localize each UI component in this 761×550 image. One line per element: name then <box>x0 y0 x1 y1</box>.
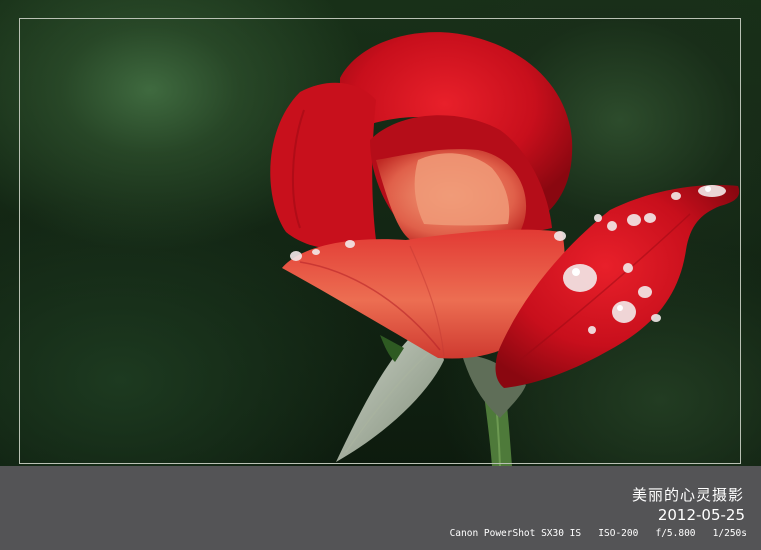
petal-left <box>270 82 376 250</box>
caption-title: 美丽的心灵摄影 <box>631 486 744 504</box>
caption-exif: Canon PowerShot SX30 IS ISO-200 f/5.800 … <box>449 528 747 539</box>
caption-date: 2012-05-25 <box>657 506 745 524</box>
photo <box>0 0 761 466</box>
rose-icon <box>270 32 740 466</box>
caption-bar: 美丽的心灵摄影 2012-05-25 Canon PowerShot SX30 … <box>0 466 761 550</box>
